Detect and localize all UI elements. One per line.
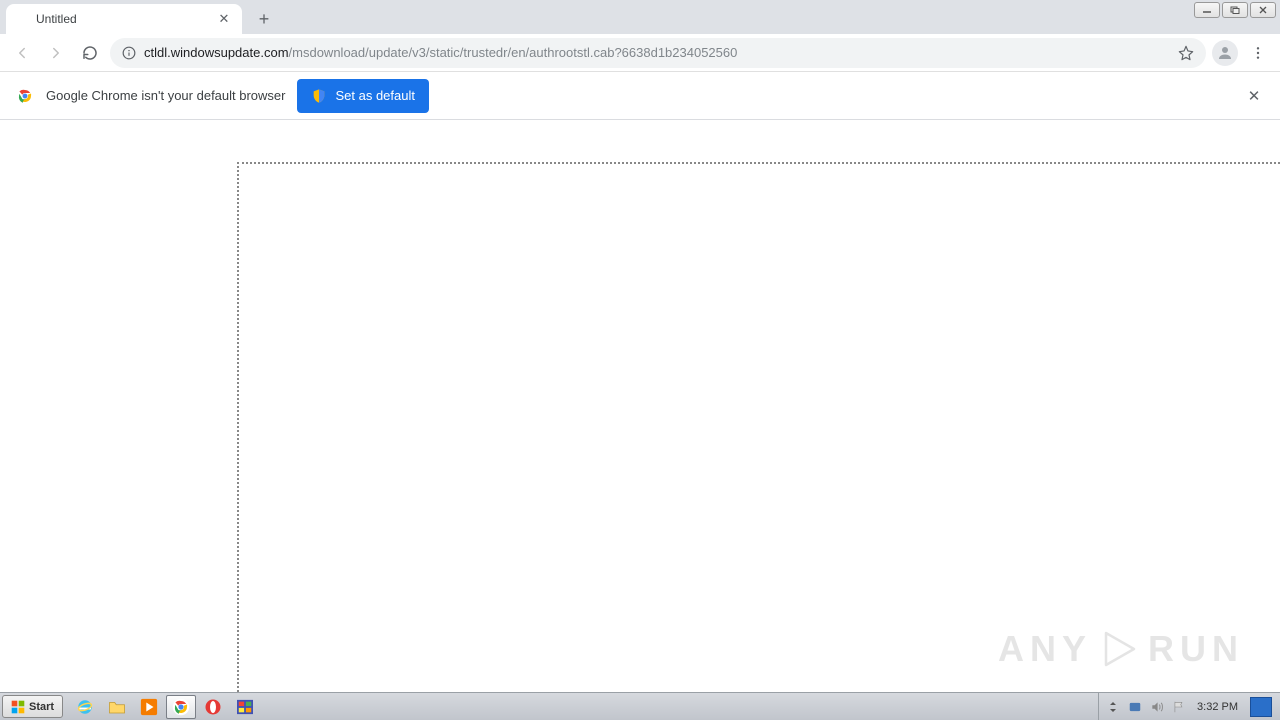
new-tab-button[interactable]: + — [250, 5, 278, 33]
browser-toolbar: ctldl.windowsupdate.com/msdownload/updat… — [0, 34, 1280, 72]
windows-logo-icon — [11, 700, 25, 714]
taskbar-app-icon[interactable] — [230, 695, 260, 719]
taskbar: Start 3:32 PM — [0, 692, 1280, 720]
taskbar-media-icon[interactable] — [134, 695, 164, 719]
set-default-button[interactable]: Set as default — [297, 79, 429, 113]
tab-strip: Untitled ✕ + — [0, 0, 1280, 34]
taskbar-pinned — [69, 693, 261, 720]
reload-button[interactable] — [76, 39, 104, 67]
close-window-button[interactable] — [1250, 2, 1276, 18]
start-label: Start — [29, 701, 54, 713]
tab-title: Untitled — [36, 12, 216, 26]
back-button[interactable] — [8, 39, 36, 67]
url-host: ctldl.windowsupdate.com — [144, 45, 289, 60]
kebab-menu-icon[interactable] — [1244, 39, 1272, 67]
taskbar-clock[interactable]: 3:32 PM — [1193, 701, 1242, 713]
browser-tab[interactable]: Untitled ✕ — [6, 4, 242, 34]
forward-button[interactable] — [42, 39, 70, 67]
taskbar-opera-icon[interactable] — [198, 695, 228, 719]
close-tab-icon[interactable]: ✕ — [216, 11, 232, 27]
url-path: /msdownload/update/v3/static/trustedr/en… — [289, 45, 738, 60]
site-info-icon[interactable] — [122, 46, 136, 60]
tray-security-icon[interactable] — [1127, 699, 1143, 715]
system-tray: 3:32 PM — [1098, 693, 1280, 720]
url-text: ctldl.windowsupdate.com/msdownload/updat… — [144, 45, 737, 60]
window-controls — [1194, 2, 1276, 18]
bookmark-star-icon[interactable] — [1178, 45, 1194, 61]
broken-content-placeholder — [237, 162, 1280, 692]
shield-icon — [311, 88, 327, 104]
default-browser-infobar: Google Chrome isn't your default browser… — [0, 72, 1280, 120]
infobar-message: Google Chrome isn't your default browser — [46, 88, 285, 103]
taskbar-explorer-icon[interactable] — [102, 695, 132, 719]
tray-volume-icon[interactable] — [1149, 699, 1165, 715]
address-bar[interactable]: ctldl.windowsupdate.com/msdownload/updat… — [110, 38, 1206, 68]
tray-expand-icon[interactable] — [1105, 699, 1121, 715]
page-content — [0, 120, 1280, 692]
infobar-close-icon[interactable]: ✕ — [1244, 86, 1264, 106]
minimize-button[interactable] — [1194, 2, 1220, 18]
taskbar-ie-icon[interactable] — [70, 695, 100, 719]
start-button[interactable]: Start — [2, 695, 63, 718]
chrome-logo-icon — [16, 87, 34, 105]
taskbar-chrome-icon[interactable] — [166, 695, 196, 719]
show-desktop-button[interactable] — [1250, 697, 1272, 717]
set-default-label: Set as default — [335, 88, 415, 103]
tray-flag-icon[interactable] — [1171, 699, 1187, 715]
maximize-button[interactable] — [1222, 2, 1248, 18]
profile-avatar[interactable] — [1212, 40, 1238, 66]
